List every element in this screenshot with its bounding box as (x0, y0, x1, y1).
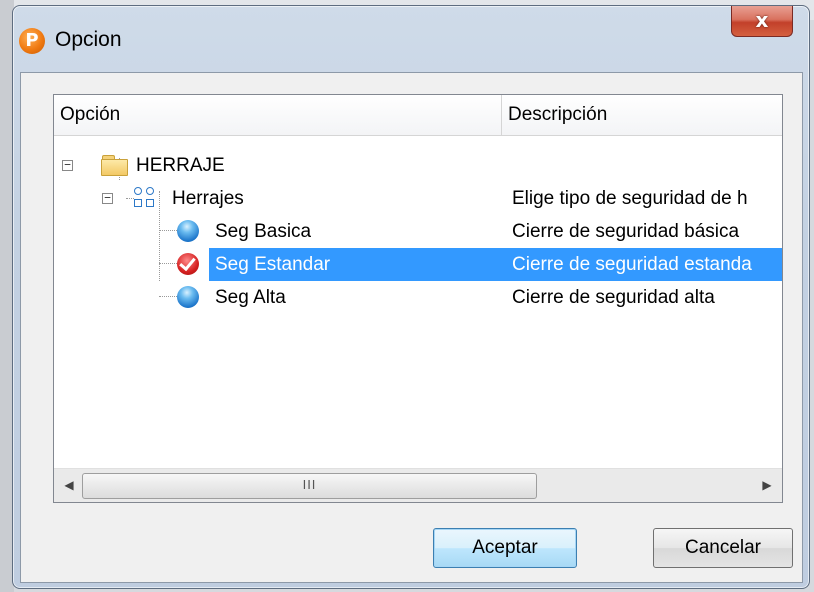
tree-row-description: Elige tipo de seguridad de h (512, 188, 748, 209)
window-title: Opcion (55, 28, 122, 51)
tree-row-label: Herrajes (172, 188, 244, 209)
tree-row-label: Seg Basica (215, 221, 312, 242)
collapse-toggle[interactable]: − (62, 159, 73, 171)
title-bar[interactable]: P Opcion x (13, 6, 809, 72)
tree-row-herrajes[interactable]: − Herrajes Elige tipo de seguridad de h (54, 182, 782, 215)
tree-row-seg-alta[interactable]: Seg Alta Cierre de seguridad alta (54, 281, 782, 314)
accept-button[interactable]: Aceptar (433, 528, 577, 568)
column-header-opcion[interactable]: Opción (54, 95, 502, 135)
grid-icon (134, 187, 156, 209)
tree-row-description: Cierre de seguridad básica (512, 221, 740, 242)
tree-row-label: Seg Alta (215, 287, 286, 308)
dialog-client-area: Opción Descripción − HERRAJE − Herrajes … (20, 72, 803, 583)
tree-row-description: Cierre de seguridad alta (512, 287, 715, 308)
scroll-thumb[interactable]: III (82, 473, 537, 499)
cancel-button[interactable]: Cancelar (653, 528, 793, 568)
tree-row-label: HERRAJE (136, 155, 225, 176)
options-tree-list[interactable]: Opción Descripción − HERRAJE − Herrajes … (53, 94, 783, 503)
tree-row-label: Seg Estandar (215, 254, 331, 275)
column-header-descripcion[interactable]: Descripción (502, 95, 782, 135)
dialog-window: P Opcion x Opción Descripción − HERRAJE (12, 5, 810, 589)
tree-row-seg-estandar[interactable]: Seg Estandar Cierre de seguridad estanda (54, 248, 782, 281)
horizontal-scrollbar[interactable]: ◀ III ▶ (54, 468, 782, 502)
app-logo-icon: P (19, 28, 45, 54)
red-check-icon (177, 253, 199, 275)
folder-icon (101, 155, 128, 176)
list-header: Opción Descripción (54, 95, 782, 136)
close-button[interactable]: x (731, 6, 793, 37)
scroll-left-arrow-icon[interactable]: ◀ (54, 469, 84, 502)
tree-row-seg-basica[interactable]: Seg Basica Cierre de seguridad básica (54, 215, 782, 248)
tree-row-herraje[interactable]: − HERRAJE (54, 149, 782, 182)
scroll-right-arrow-icon[interactable]: ▶ (752, 469, 782, 502)
blue-dot-icon (177, 220, 199, 242)
tree-row-description: Cierre de seguridad estanda (512, 254, 752, 275)
collapse-toggle[interactable]: − (102, 192, 113, 204)
blue-dot-icon (177, 286, 199, 308)
tree-row-description (512, 149, 782, 182)
